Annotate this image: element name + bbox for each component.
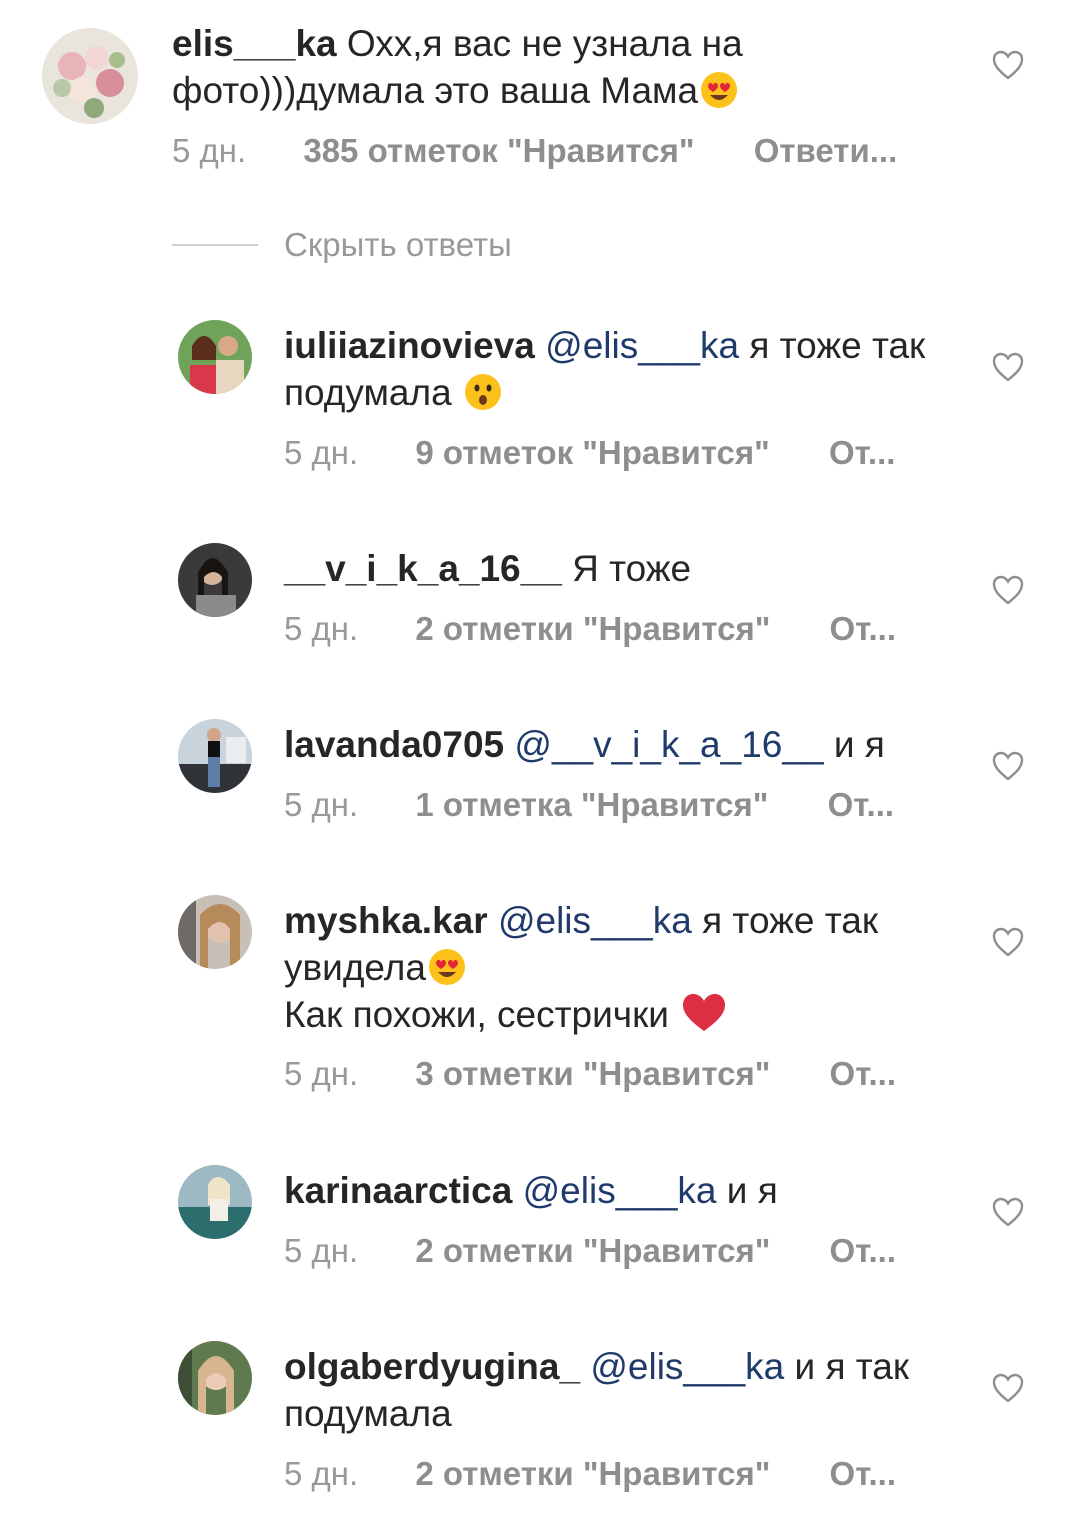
comment-body: Я тоже [572,548,692,589]
likes-count[interactable]: 385 отметок "Нравится" [303,132,694,170]
heart-eyes-emoji [428,948,466,986]
heart-icon[interactable] [991,1195,1025,1229]
heart-icon[interactable] [991,573,1025,607]
comment-meta: 5 дн. 385 отметок "Нравится" Ответи... [172,132,897,170]
timestamp: 5 дн. [284,1055,359,1092]
heart-icon[interactable] [991,749,1025,783]
reply-button[interactable]: Ответи... [754,132,898,170]
divider [172,244,258,246]
red-heart-emoji [681,993,727,1033]
heart-icon[interactable] [991,48,1025,82]
heart-icon[interactable] [991,1371,1025,1405]
username[interactable]: myshka.kar [284,900,488,941]
comment-text: lavanda0705 @__v_i_k_a_16__ и я [284,721,960,768]
reply-button[interactable]: От... [830,1232,896,1270]
comment-meta: 5 дн. 2 отметки "Нравится" От... [284,610,896,648]
comment-body: я тоже так [702,900,879,941]
hide-replies-label: Скрыть ответы [284,226,512,263]
comment-body: подумала [284,372,452,413]
heart-icon[interactable] [991,350,1025,384]
likes-count[interactable]: 2 отметки "Нравится" [415,610,770,648]
heart-eyes-emoji [700,71,738,109]
comment-body: и я так [794,1346,910,1387]
likes-count[interactable]: 3 отметки "Нравится" [415,1055,770,1093]
comment-text: myshka.kar @elis___ka я тоже так увидела… [284,897,960,1038]
comment-meta: 5 дн. 2 отметки "Нравится" От... [284,1455,896,1493]
hide-replies-button[interactable]: Скрыть ответы [172,220,512,270]
username[interactable]: elis___ka [172,23,337,64]
heart-icon[interactable] [991,925,1025,959]
mention-link[interactable]: @elis___ka [545,325,739,366]
reply-button[interactable]: От... [830,1055,896,1093]
username[interactable]: karinaarctica [284,1170,512,1211]
likes-count[interactable]: 2 отметки "Нравится" [415,1455,770,1493]
comment-body: Как похожи, сестрички [284,994,669,1035]
mention-link[interactable]: @__v_i_k_a_16__ [514,724,823,765]
avatar[interactable] [178,719,252,793]
likes-count[interactable]: 9 отметок "Нравится" [415,434,769,472]
timestamp: 5 дн. [284,1455,359,1492]
mention-link[interactable]: @elis___ka [590,1346,784,1387]
timestamp: 5 дн. [284,434,359,471]
comment-text: elis___ka Охх,я вас не узнала на фото)))… [172,20,960,114]
comment-body: я тоже так [749,325,926,366]
hushed-face-emoji [464,373,502,411]
mention-link[interactable]: @elis___ka [498,900,692,941]
likes-count[interactable]: 1 отметка "Нравится" [415,786,768,824]
comment-text: olgaberdyugina_ @elis___ka и я так подум… [284,1343,960,1437]
avatar[interactable] [178,543,252,617]
mention-link[interactable]: @elis___ka [523,1170,717,1211]
avatar[interactable] [42,28,138,124]
username[interactable]: __v_i_k_a_16__ [284,548,562,589]
comment-meta: 5 дн. 3 отметки "Нравится" От... [284,1055,896,1093]
comment-text: karinaarctica @elis___ka и я [284,1167,960,1214]
likes-count[interactable]: 2 отметки "Нравится" [415,1232,770,1270]
avatar[interactable] [178,895,252,969]
comment-meta: 5 дн. 1 отметка "Нравится" От... [284,786,894,824]
comment-meta: 5 дн. 9 отметок "Нравится" От... [284,434,895,472]
timestamp: 5 дн. [284,610,359,647]
reply-button[interactable]: От... [828,786,894,824]
comment-text: iuliiazinovieva @elis___ka я тоже так по… [284,322,960,416]
username[interactable]: lavanda0705 [284,724,504,765]
reply-button[interactable]: От... [830,1455,896,1493]
timestamp: 5 дн. [284,786,359,823]
username[interactable]: iuliiazinovieva [284,325,535,366]
comment-body: фото)))думала это ваша Мама [172,70,699,111]
timestamp: 5 дн. [284,1232,359,1269]
comment-body: увидела [284,947,426,988]
reply-button[interactable]: От... [830,610,896,648]
comment-body: и я [726,1170,778,1211]
comment-meta: 5 дн. 2 отметки "Нравится" От... [284,1232,896,1270]
comment-text: __v_i_k_a_16__ Я тоже [284,545,960,592]
avatar[interactable] [178,1341,252,1415]
comment-body: и я [833,724,885,765]
avatar[interactable] [178,320,252,394]
reply-button[interactable]: От... [829,434,895,472]
comment-body: Охх,я вас не узнала на [346,23,743,64]
avatar[interactable] [178,1165,252,1239]
timestamp: 5 дн. [172,132,247,169]
comment-body: подумала [284,1393,452,1434]
username[interactable]: olgaberdyugina_ [284,1346,580,1387]
